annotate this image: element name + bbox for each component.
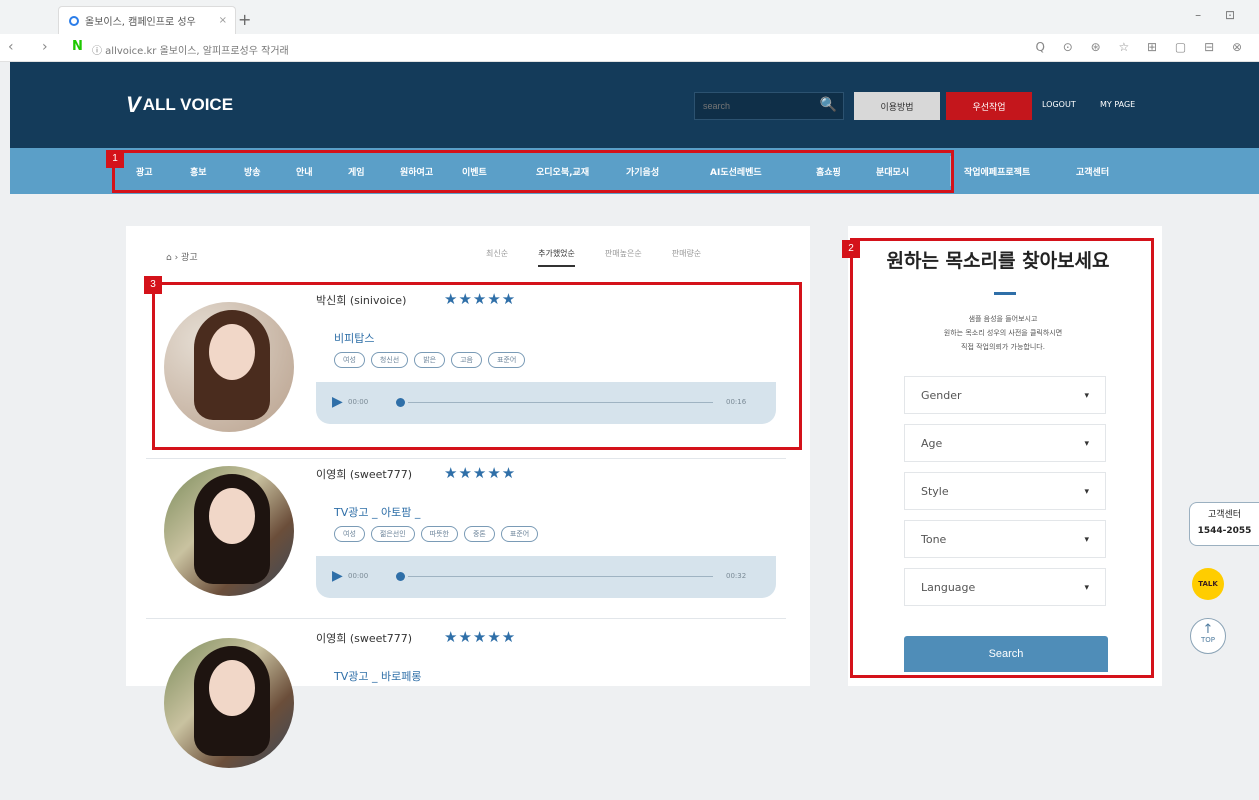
rating-stars: ★★★★★ <box>444 464 517 482</box>
voice-name[interactable]: 이영희 (sweet777) <box>316 630 412 646</box>
tab-sales-high[interactable]: 판매높은순 <box>605 248 642 267</box>
sort-tabs: 최신순 추가했었순 판매높은순 판매량순 <box>486 248 701 267</box>
home-icon[interactable]: ⌂ <box>166 253 172 263</box>
logout-link[interactable]: LOGOUT <box>1042 100 1076 109</box>
voice-tag[interactable]: 젊은선인 <box>370 526 415 542</box>
annotation-label-3: 3 <box>144 276 162 294</box>
seek-track[interactable] <box>408 576 713 577</box>
voice-tag[interactable]: 여성 <box>334 526 365 542</box>
nav-item-project[interactable]: 작업에페프로젝트 <box>964 165 1030 178</box>
annotation-box-1 <box>112 150 954 193</box>
kakao-talk-icon[interactable]: TALK <box>1192 568 1224 600</box>
tab-favicon-icon <box>69 15 79 26</box>
voice-card: 이영희 (sweet777) ★★★★★ TV광고 _ 아토팜 _ 여성 젊은선… <box>126 464 810 636</box>
browser-toolbar-icons[interactable]: Q ⊙ ⊛ ☆ ⊞ ▢ ⊟ ⊗ <box>1035 40 1249 54</box>
nav-item-cs[interactable]: 고객센터 <box>1076 165 1109 178</box>
search-icon[interactable]: 🔍 <box>820 97 837 113</box>
annotation-box-3 <box>152 282 802 450</box>
customer-center-widget[interactable]: 고객센터 1544-2055 <box>1189 502 1259 546</box>
address-bar: ‹ › N ⓘ allvoice.kr 올보이스, 알피프로성우 작거래 Q ⊙… <box>0 34 1259 62</box>
voice-tags: 여성 젊은선인 따뜻한 중톤 표준어 <box>334 526 539 542</box>
voice-card: 이영희 (sweet777) ★★★★★ TV광고 _ 바로페롱 <box>126 628 810 800</box>
logo-text: ALL VOICE <box>142 95 234 114</box>
card-divider <box>146 618 786 619</box>
play-icon[interactable]: ▶ <box>332 568 343 584</box>
tab-title: 올보이스, 캠페인프로 성우 <box>85 17 196 28</box>
search-input[interactable] <box>695 93 815 119</box>
naver-icon: N <box>72 39 83 54</box>
tab-close-icon[interactable]: × <box>219 15 227 26</box>
mypage-link[interactable]: MY PAGE <box>1100 100 1135 109</box>
arrow-up-icon: ↑ <box>1202 622 1214 637</box>
rating-stars: ★★★★★ <box>444 628 517 646</box>
annotation-label-1: 1 <box>106 150 124 168</box>
back-forward-buttons[interactable]: ‹ › <box>8 39 60 55</box>
header-search: 🔍 <box>694 92 844 120</box>
scroll-top-button[interactable]: ↑ TOP <box>1190 618 1226 654</box>
seek-handle[interactable] <box>396 572 405 581</box>
breadcrumb: ⌂ › 광고 <box>166 250 198 263</box>
annotation-box-2 <box>850 238 1154 678</box>
audio-player: ▶ 00:00 00:32 <box>316 556 776 598</box>
card-divider <box>146 458 786 459</box>
duration: 00:32 <box>726 572 747 580</box>
new-tab-button[interactable]: + <box>238 10 251 29</box>
tab-popular[interactable]: 추가했었순 <box>538 248 575 267</box>
tab-sales-count[interactable]: 판매량순 <box>672 248 701 267</box>
voice-name[interactable]: 이영희 (sweet777) <box>316 466 412 482</box>
url-field[interactable]: ⓘ allvoice.kr 올보이스, 알피프로성우 작거래 <box>92 42 289 57</box>
sample-title[interactable]: TV광고 _ 아토팜 _ <box>334 504 420 520</box>
browser-tab-strip: 올보이스, 캠페인프로 성우 × + – ⊡ <box>0 0 1259 34</box>
voice-tag[interactable]: 표준어 <box>500 526 539 542</box>
site-header: V ALL VOICE 🔍 이용방법 우선작업 LOGOUT MY PAGE <box>10 62 1259 148</box>
current-time: 00:00 <box>348 572 369 580</box>
annotation-label-2: 2 <box>842 240 860 258</box>
request-button[interactable]: 우선작업 <box>946 92 1032 120</box>
voice-tag[interactable]: 따뜻한 <box>420 526 458 542</box>
avatar[interactable] <box>164 638 294 768</box>
tab-latest[interactable]: 최신순 <box>486 248 508 267</box>
logo-mark-icon: V <box>126 92 141 117</box>
cs-phone: 1544-2055 <box>1197 526 1252 536</box>
voice-tag[interactable]: 중톤 <box>463 526 495 542</box>
window-controls[interactable]: – ⊡ <box>1195 8 1245 22</box>
allvoice-logo[interactable]: V ALL VOICE <box>126 92 233 118</box>
avatar[interactable] <box>164 466 294 596</box>
browser-tab[interactable]: 올보이스, 캠페인프로 성우 × <box>58 6 236 34</box>
breadcrumb-label: › 광고 <box>174 253 198 263</box>
guide-button[interactable]: 이용방법 <box>854 92 940 120</box>
cs-label: 고객센터 <box>1207 510 1242 520</box>
